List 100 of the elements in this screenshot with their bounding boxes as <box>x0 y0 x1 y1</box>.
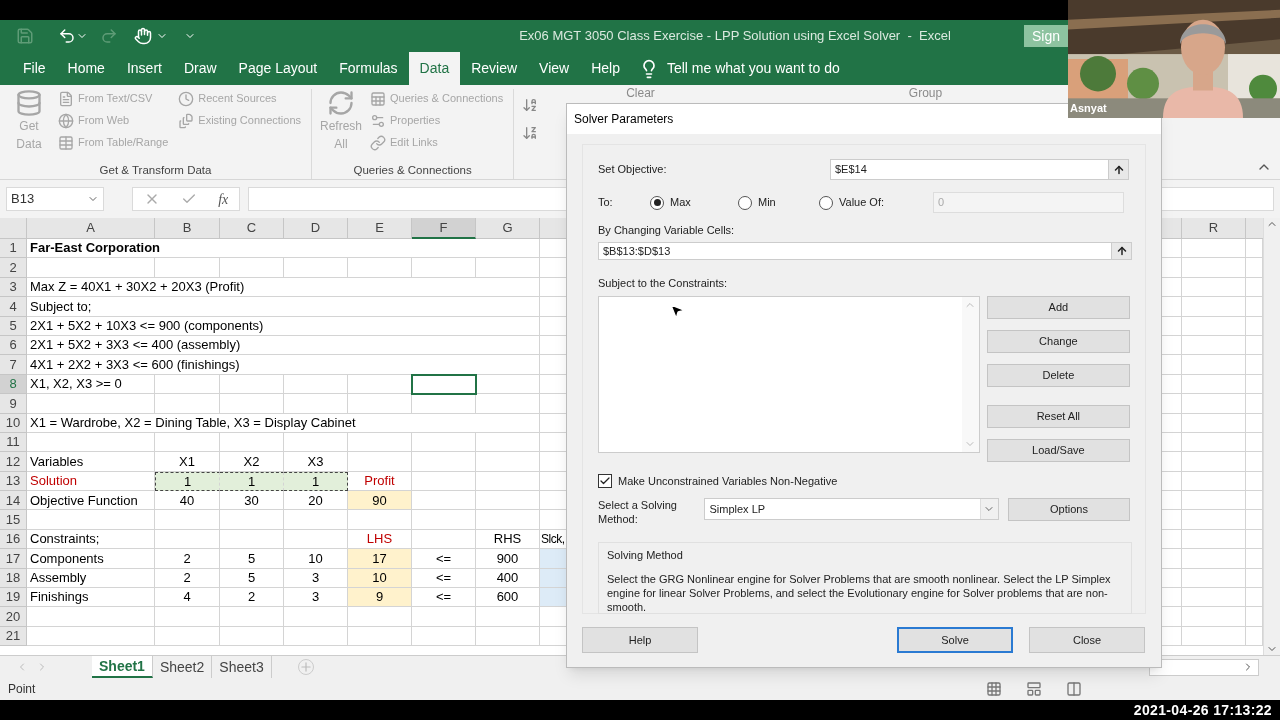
dialog-button[interactable]: Solve <box>897 627 1013 653</box>
group-label: Get & Transform Data <box>98 162 213 178</box>
options-button[interactable]: Options <box>1007 498 1130 521</box>
dialog-button[interactable]: Add <box>986 295 1130 319</box>
table-cell[interactable]: 17 <box>348 549 412 569</box>
row-header[interactable]: 2 <box>0 258 27 278</box>
ribbon-tab[interactable]: File <box>12 52 57 85</box>
table-cell[interactable]: 5 <box>220 549 284 569</box>
table-cell[interactable]: Objective Function <box>27 491 155 511</box>
table-cell[interactable]: 40 <box>155 491 220 511</box>
ribbon-tab[interactable]: Data <box>408 52 461 85</box>
table-cell[interactable]: 2 <box>220 588 284 608</box>
ribbon-tab[interactable]: Help <box>580 52 631 85</box>
table-cell[interactable]: X3 <box>284 452 348 472</box>
ribbon-tab[interactable]: Insert <box>115 52 173 85</box>
table-cell[interactable]: 2X1 + 5X2 + 3X3 <= 400 (assembly) <box>27 335 540 356</box>
radio-option[interactable]: Min <box>738 194 819 211</box>
table-cell[interactable]: Variables <box>27 452 155 472</box>
table-cell[interactable]: 1 <box>284 471 348 492</box>
row-header[interactable]: 19 <box>0 588 27 608</box>
dialog-title: Solver Parameters <box>574 111 674 128</box>
table-cell[interactable]: X2 <box>220 452 284 472</box>
table-cell[interactable]: 9 <box>348 588 412 608</box>
ribbon-tab[interactable]: Formulas <box>328 52 409 85</box>
column-header[interactable]: A <box>27 218 155 239</box>
column-header[interactable]: G <box>476 218 540 239</box>
table-cell[interactable]: Components <box>27 549 155 569</box>
table-cell[interactable]: Max Z = 40X1 + 30X2 + 20X3 (Profit) <box>27 277 540 298</box>
row-header[interactable]: 1 <box>0 239 27 259</box>
sheet-tab[interactable]: Sheet1 <box>92 656 153 678</box>
dialog-button[interactable]: Load/Save <box>986 438 1130 462</box>
table-cell[interactable]: X1 <box>155 452 220 472</box>
row-header[interactable]: 14 <box>0 491 27 511</box>
table-cell[interactable]: 10 <box>348 568 412 589</box>
table-cell[interactable]: 90 <box>348 491 412 511</box>
dialog-button[interactable]: Close <box>1029 627 1145 653</box>
table-cell[interactable]: Assembly <box>27 568 155 589</box>
table-cell[interactable]: Constraints; <box>27 529 155 550</box>
row-header[interactable]: 20 <box>0 607 27 627</box>
table-cell[interactable]: Far-East Corporation <box>27 239 540 259</box>
group-label: Queries & Connections <box>352 162 473 178</box>
participant-name: Asnyat <box>1070 100 1107 116</box>
table-cell[interactable]: X1, X2, X3 >= 0 <box>27 374 155 395</box>
ribbon-tab[interactable]: Page Layout <box>227 52 329 85</box>
table-cell[interactable]: Solution <box>27 471 155 492</box>
table-cell[interactable]: Subject to; <box>27 297 540 317</box>
radio-option[interactable]: Max <box>650 194 738 211</box>
table-cell[interactable]: 30 <box>220 491 284 511</box>
column-header[interactable]: F <box>412 218 476 239</box>
table-cell[interactable]: <= <box>412 568 476 589</box>
table-cell[interactable]: X1 = Wardrobe, X2 = Dining Table, X3 = Display Cabinet <box>27 413 540 433</box>
row-header[interactable]: 7 <box>0 355 27 375</box>
table-cell[interactable]: 1 <box>220 471 284 492</box>
table-cell[interactable]: 2 <box>155 549 220 569</box>
ribbon-tab[interactable]: Review <box>460 52 529 85</box>
row-header[interactable]: 4 <box>0 297 27 317</box>
description-text: Select the GRG Nonlinear engine for Solver Problems that are smooth nonlinear. Select the LP Simplex engine for linear Solver Problems, and select the Evolutionary engine for Solver problems that are non-smooth. <box>607 571 1112 614</box>
insert-function-button[interactable]: fx <box>218 188 229 210</box>
row-header[interactable]: 12 <box>0 452 27 472</box>
dialog-button[interactable]: Change <box>986 329 1130 353</box>
tell-me-field[interactable]: Tell me what you want to do <box>666 58 840 79</box>
table-cell[interactable]: 4X1 + 2X2 + 3X3 <= 600 (finishings) <box>27 355 540 375</box>
row-header[interactable]: 15 <box>0 510 27 530</box>
radio-option[interactable]: Value Of: <box>819 194 933 211</box>
column-header[interactable]: B <box>155 218 220 239</box>
column-header[interactable]: C <box>220 218 284 239</box>
method-select[interactable]: Simplex LP <box>704 498 999 520</box>
variable-cells-field[interactable]: $B$13:$D$13 <box>598 241 1132 260</box>
table-cell[interactable]: <= <box>412 549 476 569</box>
field-label: To: <box>598 195 614 211</box>
field-label: Select a Solving Method: <box>598 498 678 526</box>
field-value: $B$13:$D$13 <box>603 243 671 259</box>
row-header[interactable]: 17 <box>0 549 27 569</box>
table-cell[interactable]: 2 <box>155 568 220 589</box>
row-header[interactable]: 9 <box>0 394 27 414</box>
table-cell[interactable]: 2X1 + 5X2 + 10X3 <= 900 (components) <box>27 316 540 336</box>
table-cell[interactable]: RHS <box>476 529 540 550</box>
dialog-button[interactable]: Delete <box>986 363 1130 387</box>
objective-field[interactable]: $E$14 <box>830 159 1129 180</box>
name-box[interactable]: B13 <box>6 187 104 211</box>
table-cell[interactable]: 5 <box>220 568 284 589</box>
table-cell[interactable]: 1 <box>155 471 220 492</box>
window-title: Ex06 MGT 3050 Class Exercise - LPP Solution using Excel Solver - Excel <box>519 27 951 46</box>
checkbox-label[interactable]: Make Unconstrained Variables Non-Negative <box>618 472 838 489</box>
table-cell[interactable]: <= <box>412 588 476 608</box>
dialog-button[interactable]: Reset All <box>986 404 1130 428</box>
status-text: Point <box>8 681 36 698</box>
field-label: By Changing Variable Cells: <box>598 223 736 238</box>
column-header[interactable]: D <box>284 218 348 239</box>
timestamp: 2021-04-26 17:13:22 <box>1133 700 1272 720</box>
field-label: Subject to the Constraints: <box>598 276 728 291</box>
column-header[interactable]: R <box>1182 218 1246 239</box>
dialog-button[interactable]: Help <box>582 627 698 653</box>
ribbon-tab[interactable]: Draw <box>172 52 228 85</box>
ribbon-tab[interactable]: Home <box>56 52 116 85</box>
field-label: Set Objective: <box>598 162 668 178</box>
ribbon-tab[interactable]: View <box>528 52 581 85</box>
table-cell[interactable]: Finishings <box>27 588 155 608</box>
table-cell[interactable]: 4 <box>155 588 220 608</box>
box-title: Solving Method <box>607 548 684 563</box>
